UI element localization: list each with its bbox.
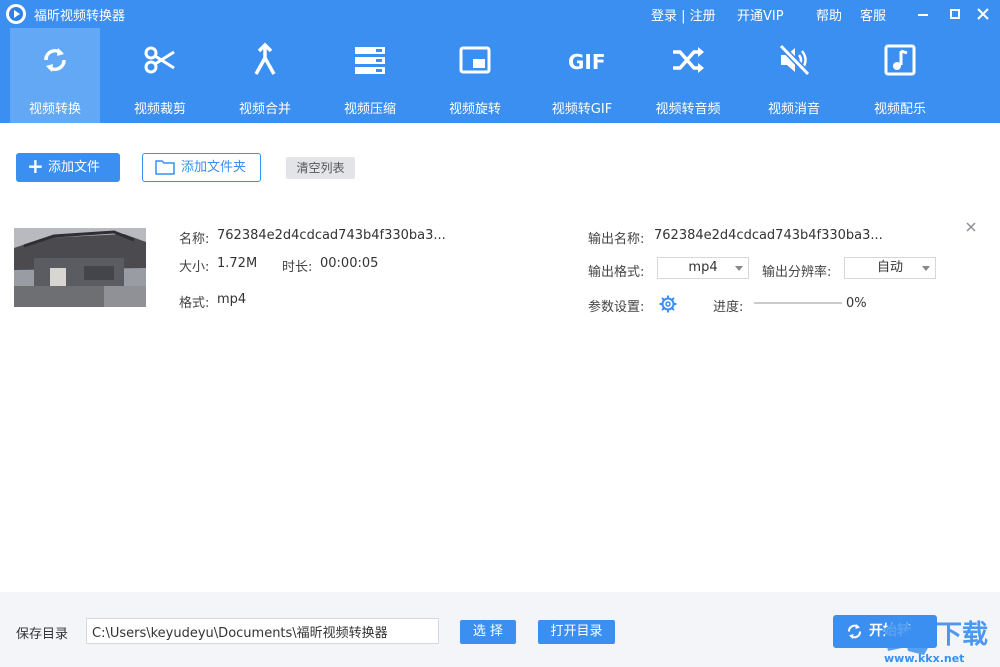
output-name-label: 输出名称: [588, 232, 645, 247]
tool-video-merge[interactable]: 视频合并 [220, 28, 310, 123]
remove-file-button[interactable] [966, 217, 980, 233]
save-dir-label: 保存目录 [16, 627, 69, 642]
save-path-input[interactable] [86, 618, 439, 644]
output-format-label: 输出格式: [588, 265, 645, 280]
compress-icon [355, 47, 385, 74]
tool-video-rotate[interactable]: 视频旋转 [430, 28, 520, 123]
gear-icon[interactable] [659, 295, 677, 313]
add-folder-button[interactable]: 添加文件夹 [142, 153, 261, 182]
file-name: 762384e2d4cdcad743b4f330ba3... [217, 228, 446, 243]
open-dir-button[interactable]: 打开目录 [538, 620, 615, 644]
file-format: mp4 [217, 292, 247, 307]
clear-list-button[interactable]: 清空列表 [286, 157, 355, 179]
tool-video-audio[interactable]: 视频转音频 [643, 28, 733, 123]
gif-icon: GIF [568, 50, 606, 74]
output-format-select[interactable]: mp4 [657, 257, 749, 279]
file-format-label: 格式: [179, 296, 210, 311]
convert-icon [44, 48, 66, 72]
file-size: 1.72M [217, 256, 258, 271]
resolution-select[interactable]: 自动 [844, 257, 936, 279]
merge-icon [254, 42, 276, 75]
tool-label: 视频裁剪 [133, 102, 186, 117]
mute-icon [778, 43, 811, 77]
tool-video-music[interactable]: 视频配乐 [855, 28, 945, 123]
tool-video-crop[interactable]: 视频裁剪 [115, 28, 205, 123]
tool-label: 视频转GIF [551, 102, 613, 117]
chevron-down-icon [735, 266, 743, 271]
tool-label: 视频消音 [767, 102, 820, 117]
resolution-value: 自动 [876, 260, 903, 275]
tool-video-convert[interactable]: 视频转换 [10, 28, 100, 123]
maximize-icon [950, 9, 960, 19]
close-window-button[interactable] [966, 0, 1000, 28]
vip-link[interactable]: 开通VIP [737, 5, 784, 24]
gif-icon-text: GIF [568, 50, 606, 74]
settings-label: 参数设置: [588, 300, 645, 315]
title-bar: 福昕视频转换器 登录 | 注册 开通VIP 帮助 客服 [0, 0, 1000, 28]
tool-video-compress[interactable]: 视频压缩 [325, 28, 415, 123]
output-format-value: mp4 [688, 260, 718, 275]
tool-video-mute[interactable]: 视频消音 [749, 28, 839, 123]
shuffle-icon [673, 47, 704, 73]
watermark-text: 下载 [936, 620, 989, 650]
watermark-site: www.kkx.net [884, 652, 965, 665]
folder-icon [155, 160, 175, 175]
tool-label: 视频配乐 [873, 102, 926, 117]
login-register-link[interactable]: 登录 | 注册 [651, 5, 716, 24]
help-link[interactable]: 帮助 [816, 5, 842, 24]
progress-bar [754, 302, 842, 304]
music-icon [884, 44, 916, 76]
app-title: 福昕视频转换器 [34, 9, 126, 24]
tool-video-gif[interactable]: GIF 视频转GIF [537, 28, 627, 123]
add-file-label: 添加文件 [48, 160, 101, 175]
tool-label: 视频压缩 [343, 102, 396, 117]
choose-dir-button[interactable]: 选 择 [460, 620, 516, 644]
convert-icon [848, 624, 861, 639]
output-name[interactable]: 762384e2d4cdcad743b4f330ba3... [654, 228, 883, 243]
rotate-icon [459, 46, 491, 74]
minimize-button[interactable] [906, 0, 940, 28]
plus-icon: + [27, 154, 44, 178]
app-logo-icon [6, 4, 26, 24]
feature-toolbar: 视频转换 视频裁剪 视频合并 视频压缩 视频旋转 GIF 视频转GIF 视频转音… [0, 28, 1000, 123]
add-file-button[interactable]: + 添加文件 [16, 153, 120, 182]
scissors-icon [144, 46, 175, 74]
add-folder-label: 添加文件夹 [181, 160, 247, 175]
progress-percent: 0% [846, 296, 867, 311]
chevron-down-icon [922, 266, 930, 271]
file-name-label: 名称: [179, 232, 210, 247]
file-duration-label: 时长: [282, 260, 313, 275]
close-icon [977, 8, 989, 20]
resolution-label: 输出分辨率: [762, 265, 832, 280]
file-size-label: 大小: [179, 260, 210, 275]
file-duration: 00:00:05 [320, 256, 379, 271]
video-thumbnail [14, 228, 146, 307]
tool-label: 视频转换 [28, 102, 81, 117]
tool-label: 视频合并 [238, 102, 291, 117]
tool-label: 视频旋转 [448, 102, 501, 117]
service-link[interactable]: 客服 [860, 5, 886, 24]
progress-label: 进度: [713, 300, 744, 315]
close-icon [966, 222, 976, 232]
minimize-icon [918, 14, 928, 16]
tool-label: 视频转音频 [655, 102, 721, 117]
thumbnail-image [14, 228, 146, 307]
